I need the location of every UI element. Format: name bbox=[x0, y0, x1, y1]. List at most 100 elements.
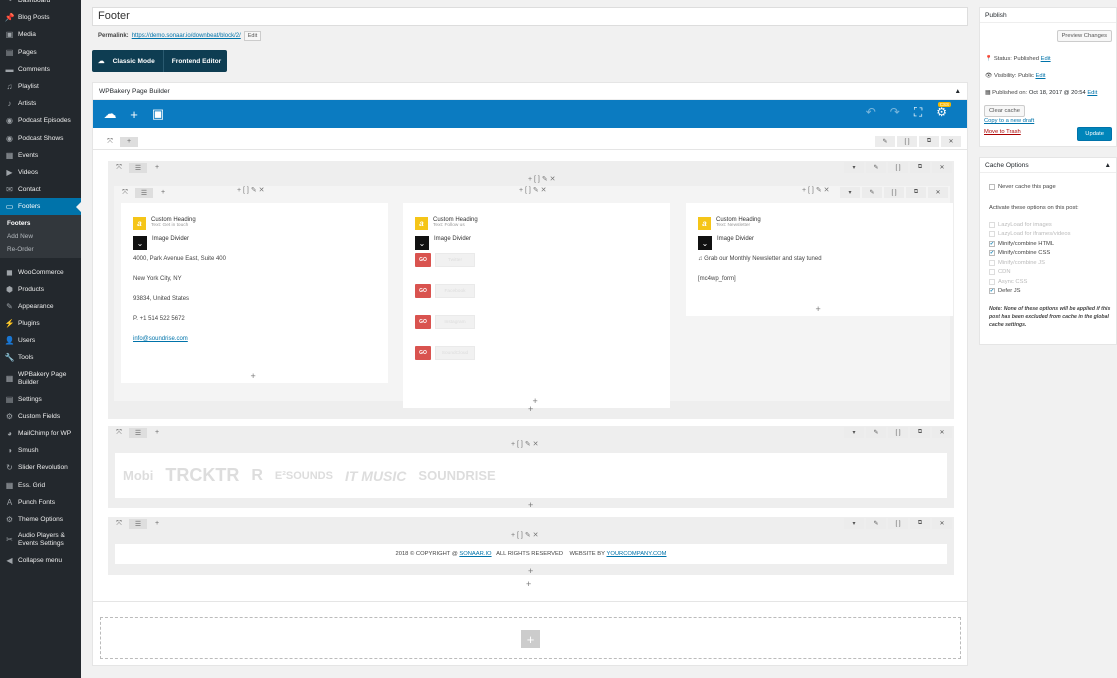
row-clone-icon[interactable]: ⧉ bbox=[910, 518, 930, 529]
submenu-footers[interactable]: Footers bbox=[0, 217, 81, 230]
column-delete-icon[interactable]: ✕ bbox=[259, 187, 265, 194]
sonaar-link[interactable]: SONAAR.IO bbox=[459, 551, 491, 557]
custom-heading-element[interactable]: a Custom Heading Text: Get in touch bbox=[133, 217, 388, 230]
column-delete-icon[interactable]: ✕ bbox=[824, 187, 830, 194]
company-link[interactable]: YOURCOMPANY.COM bbox=[606, 551, 666, 557]
column-add-icon[interactable]: + bbox=[519, 187, 523, 194]
add-to-column-button[interactable]: + bbox=[528, 500, 533, 510]
section-add-button[interactable]: + bbox=[120, 136, 138, 147]
add-to-column-button[interactable]: + bbox=[528, 566, 533, 576]
row-clone-icon[interactable]: ⧉ bbox=[906, 187, 926, 198]
submenu-add-new[interactable]: Add New bbox=[0, 230, 81, 243]
row-edit-icon[interactable]: ✎ bbox=[866, 518, 886, 529]
sidebar-item-smush[interactable]: ◑ Smush bbox=[0, 442, 81, 459]
submenu-re-order[interactable]: Re-Order bbox=[0, 243, 81, 256]
column-add-icon[interactable]: + bbox=[237, 187, 241, 194]
sidebar-item-custom-fields[interactable]: ⚙ Custom Fields bbox=[0, 408, 81, 425]
row-clone-icon[interactable]: ⧉ bbox=[910, 427, 930, 438]
row-move-icon[interactable]: ⤧ bbox=[116, 188, 134, 198]
sidebar-item-theme-options[interactable]: ⚙ Theme Options bbox=[0, 511, 81, 528]
column-edit-icon[interactable]: ✎ bbox=[251, 187, 257, 194]
column-delete-icon[interactable]: ✕ bbox=[533, 441, 539, 448]
column-width-icon[interactable]: [ ] bbox=[517, 532, 523, 539]
sidebar-item-collapse-menu[interactable]: ◀ Collapse menu bbox=[0, 552, 81, 569]
column-delete-icon[interactable]: ✕ bbox=[541, 187, 547, 194]
date-edit-link[interactable]: Edit bbox=[1087, 90, 1097, 96]
sidebar-item-media[interactable]: ▣ Media bbox=[0, 26, 81, 43]
column-delete-icon[interactable]: ✕ bbox=[550, 176, 556, 183]
go-button-element[interactable]: GO SoundCloud bbox=[415, 346, 670, 360]
row-edit-icon[interactable]: ✎ bbox=[866, 162, 886, 173]
collapse-arrow-icon[interactable]: ▲ bbox=[954, 88, 961, 95]
sidebar-item-comments[interactable]: ▬ Comments bbox=[0, 61, 81, 78]
add-to-column-button[interactable]: + bbox=[816, 304, 821, 314]
image-divider-element[interactable]: ⌄ Image Divider bbox=[133, 236, 388, 250]
sidebar-item-wpbakery-page-builder[interactable]: ▦ WPBakery Page Builder bbox=[0, 367, 81, 391]
add-element-icon[interactable]: + bbox=[125, 105, 143, 123]
column-edit-icon[interactable]: ✎ bbox=[525, 532, 531, 539]
add-row-button[interactable]: + bbox=[526, 579, 531, 589]
section-clone-icon[interactable]: ⧉ bbox=[919, 136, 939, 147]
row-delete-icon[interactable]: ✕ bbox=[932, 162, 952, 173]
column-edit-icon[interactable]: ✎ bbox=[816, 187, 822, 194]
go-button-element[interactable]: GO Twitter bbox=[415, 253, 670, 267]
cache-option-checkbox[interactable]: ✔ bbox=[989, 250, 995, 257]
column-width-icon[interactable]: [ ] bbox=[243, 187, 249, 194]
permalink-edit-button[interactable]: Edit bbox=[243, 31, 262, 41]
column-width-icon[interactable]: [ ] bbox=[808, 187, 814, 194]
section-delete-icon[interactable]: ✕ bbox=[941, 136, 961, 147]
row-collapse-icon[interactable]: ▾ bbox=[844, 427, 864, 438]
sidebar-item-footers[interactable]: ▭ Footers bbox=[0, 198, 81, 216]
row-edit-icon[interactable]: ✎ bbox=[862, 187, 882, 198]
row-layout-icon[interactable]: ☰ bbox=[135, 187, 153, 198]
sidebar-item-mailchimp-for-wp[interactable]: ◕ MailChimp for WP bbox=[0, 425, 81, 442]
section-width-icon[interactable]: [ ] bbox=[897, 136, 917, 147]
sidebar-item-artists[interactable]: ♪ Artists bbox=[0, 95, 81, 112]
preview-changes-button[interactable]: Preview Changes bbox=[1056, 30, 1112, 42]
image-divider-element[interactable]: ⌄ Image Divider bbox=[698, 236, 953, 250]
sidebar-item-podcast-episodes[interactable]: ◉ Podcast Episodes bbox=[0, 112, 81, 129]
sidebar-item-blog-posts[interactable]: 📌 Blog Posts bbox=[0, 9, 81, 26]
redo-icon[interactable]: ↷ bbox=[890, 105, 900, 120]
sidebar-item-ess-grid[interactable]: ▦ Ess. Grid bbox=[0, 477, 81, 494]
post-title-input[interactable]: Footer bbox=[92, 7, 968, 26]
row-delete-icon[interactable]: ✕ bbox=[932, 427, 952, 438]
row-move-icon[interactable]: ⤧ bbox=[110, 163, 128, 173]
sidebar-item-plugins[interactable]: ⚡ Plugins bbox=[0, 315, 81, 332]
wpb-cloud-icon[interactable]: ☁ bbox=[101, 105, 119, 123]
row-layout-icon[interactable]: ☰ bbox=[129, 162, 147, 173]
permalink-link[interactable]: https://demo.sonaar.io/downbeat/block/2/ bbox=[132, 33, 241, 39]
column-edit-icon[interactable]: ✎ bbox=[533, 187, 539, 194]
sidebar-item-podcast-shows[interactable]: ◉ Podcast Shows bbox=[0, 130, 81, 147]
page-settings-icon[interactable]: ⚙ bbox=[936, 105, 947, 120]
sidebar-item-contact[interactable]: ✉ Contact bbox=[0, 181, 81, 198]
sidebar-item-appearance[interactable]: ✎ Appearance bbox=[0, 298, 81, 315]
sidebar-item-products[interactable]: ⬢ Products bbox=[0, 281, 81, 298]
column-add-icon[interactable]: + bbox=[528, 176, 532, 183]
row-delete-icon[interactable]: ✕ bbox=[928, 187, 948, 198]
clear-cache-button[interactable]: Clear cache bbox=[984, 105, 1025, 117]
add-element-area[interactable]: + bbox=[100, 617, 961, 659]
go-button-element[interactable]: GO Instagram bbox=[415, 315, 670, 329]
frontend-editor-button[interactable]: Frontend Editor bbox=[172, 58, 221, 65]
add-element-plus-icon[interactable]: + bbox=[521, 630, 540, 648]
row-layout-icon[interactable]: ☰ bbox=[129, 427, 147, 438]
row-move-icon[interactable]: ⤧ bbox=[110, 428, 128, 438]
fullscreen-icon[interactable]: ⛶ bbox=[914, 105, 922, 120]
row-move-icon[interactable]: ⤧ bbox=[110, 519, 128, 529]
sidebar-item-users[interactable]: 👤 Users bbox=[0, 332, 81, 349]
column-delete-icon[interactable]: ✕ bbox=[533, 532, 539, 539]
add-to-column-button[interactable]: + bbox=[533, 396, 538, 406]
column-edit-icon[interactable]: ✎ bbox=[525, 441, 531, 448]
go-button-element[interactable]: GO Facebook bbox=[415, 284, 670, 298]
copy-draft-link[interactable]: Copy to a new draft bbox=[984, 118, 1034, 124]
column-width-icon[interactable]: [ ] bbox=[534, 176, 540, 183]
row-delete-icon[interactable]: ✕ bbox=[932, 518, 952, 529]
row-width-icon[interactable]: [ ] bbox=[888, 518, 908, 529]
never-cache-checkbox[interactable] bbox=[989, 183, 995, 190]
custom-heading-element[interactable]: a Custom Heading Text: Follow us bbox=[415, 217, 670, 230]
row-width-icon[interactable]: [ ] bbox=[888, 162, 908, 173]
row-layout-icon[interactable]: ☰ bbox=[129, 518, 147, 529]
image-divider-element[interactable]: ⌄ Image Divider bbox=[415, 236, 670, 250]
row-add-button[interactable]: + bbox=[148, 428, 166, 438]
